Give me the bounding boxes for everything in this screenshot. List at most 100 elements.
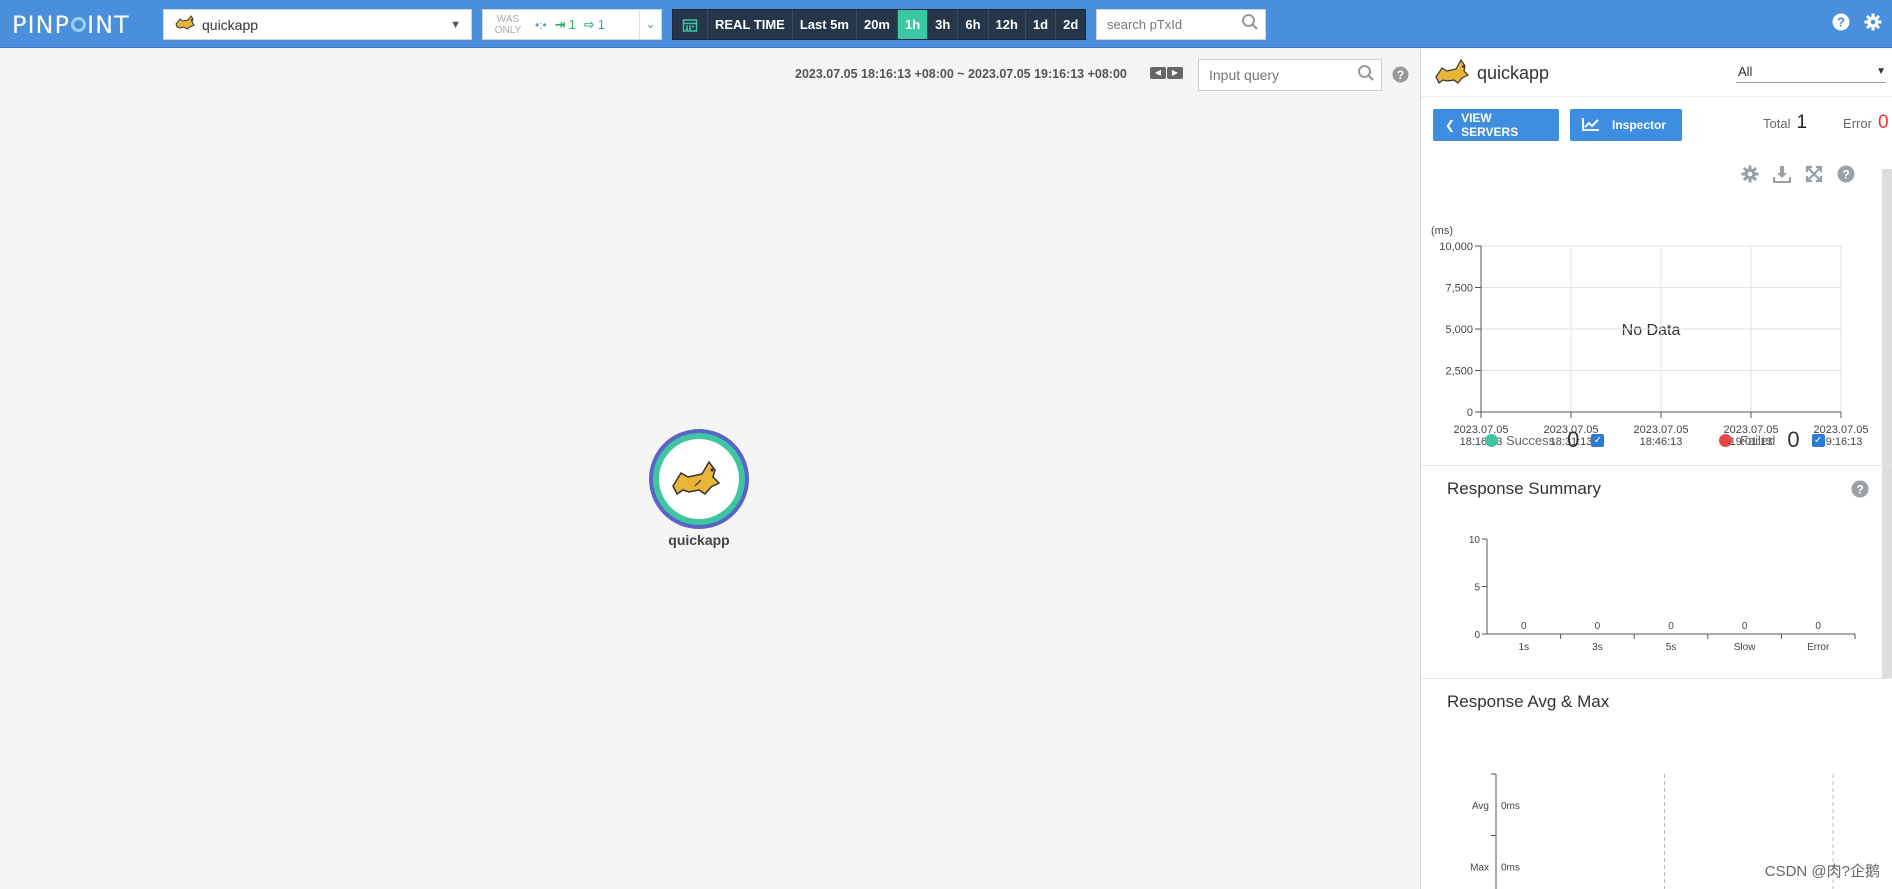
- time-button-1d[interactable]: 1d: [1024, 10, 1055, 39]
- summary-y-tick-label: 5: [1474, 583, 1480, 594]
- chevron-left-icon: ❮: [1445, 118, 1456, 132]
- failed-checkbox[interactable]: ✓: [1811, 433, 1825, 447]
- help-icon[interactable]: ?: [1832, 13, 1850, 36]
- server-map[interactable]: 2023.07.05 18:16:13 +08:00 ~ 2023.07.05 …: [0, 49, 1420, 889]
- tomcat-icon: [174, 14, 196, 35]
- summary-x-tick-label: 5s: [1666, 642, 1677, 653]
- chevron-down-icon[interactable]: ⌄: [639, 10, 661, 39]
- application-name: quickapp: [202, 16, 259, 33]
- chart-icon: [1582, 117, 1600, 134]
- time-button-1h[interactable]: 1h: [897, 10, 928, 39]
- summary-data-label: 0: [1595, 621, 1601, 632]
- success-legend: Success 0 ✓: [1485, 427, 1605, 453]
- error-value: 0: [1877, 112, 1889, 133]
- scatter-y-tick-label: 2,500: [1445, 366, 1473, 378]
- summary-data-label: 0: [1815, 621, 1821, 632]
- time-button-20m[interactable]: 20m: [855, 10, 897, 39]
- search-icon[interactable]: [1357, 64, 1375, 87]
- panel-scrollbar[interactable]: [1882, 169, 1892, 679]
- response-summary-chart: 10 5 0 0 1s 0 3s 0 5s 0 Slow 0 Error: [1469, 535, 1856, 653]
- chevron-down-icon: ▼: [450, 18, 461, 31]
- node-label: quickapp: [668, 532, 730, 548]
- total-value: 1: [1796, 112, 1808, 133]
- range-next-icon[interactable]: ▶: [1167, 67, 1183, 79]
- summary-x-tick-label: 1s: [1519, 642, 1530, 653]
- failed-count: 0: [1787, 427, 1800, 452]
- scatter-y-tick-label: 0: [1467, 407, 1473, 419]
- summary-x-tick-label: 3s: [1592, 642, 1603, 653]
- summary-data-label: 0: [1668, 621, 1674, 632]
- tomcat-icon: [1435, 57, 1470, 90]
- scatter-y-tick-label: 5,000: [1445, 324, 1473, 336]
- range-nav-buttons: ◀ ▶: [1150, 67, 1183, 79]
- was-only-filter[interactable]: WAS ONLY •:• ⇥ 1 ⇨ 1 ⌄: [482, 9, 662, 40]
- scatter-y-unit: (ms): [1431, 225, 1453, 237]
- failed-legend: Failed 0 ✓: [1719, 427, 1825, 453]
- summary-data-label: 0: [1521, 621, 1527, 632]
- total-label: Total: [1763, 116, 1791, 131]
- divider: [1421, 465, 1892, 466]
- search-icon[interactable]: [1241, 13, 1259, 36]
- caret-down-icon: ▼: [1876, 66, 1886, 77]
- transaction-search-input[interactable]: [1107, 17, 1227, 32]
- summary-x-tick-label: Slow: [1734, 642, 1756, 653]
- time-button-3h[interactable]: 3h: [927, 10, 957, 39]
- inspector-button[interactable]: Inspector: [1570, 109, 1682, 141]
- time-button-2d[interactable]: 2d: [1055, 10, 1085, 39]
- response-scatter-chart: (ms) No Data 10,000 7,500 5,000 2,500 0 2023.…: [1431, 225, 1869, 448]
- response-avgmax-title: Response Avg & Max: [1447, 692, 1610, 711]
- time-range-selector: REAL TIME Last 5m 20m 1h 3h 6h 12h 1d 2d: [672, 9, 1087, 40]
- map-query-box: [1198, 59, 1382, 91]
- error-label: Error: [1843, 116, 1872, 131]
- application-select[interactable]: quickapp ▼: [163, 9, 472, 40]
- calendar-icon[interactable]: [673, 10, 707, 39]
- divider: [1421, 678, 1892, 679]
- avgmax-data-label: 0ms: [1501, 801, 1520, 812]
- panel-title: quickapp: [1435, 57, 1549, 90]
- outbound-count[interactable]: ⇨ 1: [584, 17, 605, 33]
- help-icon[interactable]: ?: [1851, 480, 1869, 503]
- scatter-x-tick-time: 19:16:13: [1820, 436, 1863, 448]
- success-dot-icon: [1485, 433, 1498, 447]
- success-count: 0: [1567, 427, 1580, 452]
- panel-app-name: quickapp: [1477, 63, 1550, 83]
- svg-text:?: ?: [1397, 68, 1404, 82]
- svg-text:?: ?: [1856, 483, 1863, 497]
- application-node[interactable]: [647, 427, 751, 531]
- summary-x-tick-label: Error: [1807, 642, 1830, 653]
- time-button-6h[interactable]: 6h: [957, 10, 987, 39]
- map-query-input[interactable]: [1209, 67, 1349, 83]
- failed-dot-icon: [1719, 433, 1732, 447]
- svg-text:?: ?: [1837, 15, 1845, 30]
- response-summary-title: Response Summary: [1447, 479, 1602, 498]
- scatter-no-data: No Data: [1622, 322, 1681, 339]
- summary-data-label: 0: [1742, 621, 1748, 632]
- topology-icon: •:•: [535, 17, 547, 32]
- success-checkbox[interactable]: ✓: [1591, 433, 1605, 447]
- avgmax-y-tick-label: Avg: [1472, 801, 1489, 812]
- pinpoint-logo[interactable]: PINP INT: [12, 11, 130, 39]
- gear-icon[interactable]: [1864, 13, 1882, 36]
- outbound-icon: ⇨: [583, 16, 595, 32]
- summary-y-tick-label: 0: [1474, 630, 1480, 641]
- inbound-count[interactable]: ⇥ 1: [555, 17, 576, 33]
- info-panel: quickapp All ▼ ❮ VIEW SERVERS Inspector …: [1420, 49, 1892, 889]
- time-button-12h[interactable]: 12h: [987, 10, 1025, 39]
- view-servers-button[interactable]: ❮ VIEW SERVERS: [1433, 109, 1559, 141]
- top-navigation-bar: PINP INT quickapp ▼ WAS ONLY •:• ⇥ 1 ⇨ 1 …: [0, 0, 1892, 48]
- time-button-realtime[interactable]: REAL TIME: [707, 10, 792, 39]
- agent-counts: Total 1 Error 0: [1763, 112, 1889, 134]
- inbound-icon: ⇥: [554, 16, 566, 32]
- top-right-actions: ?: [1832, 13, 1882, 36]
- time-range-label: 2023.07.05 18:16:13 +08:00 ~ 2023.07.05 …: [795, 67, 1127, 81]
- avgmax-y-tick-label: Max: [1470, 862, 1489, 873]
- range-prev-icon[interactable]: ◀: [1150, 67, 1166, 79]
- transaction-search: [1096, 9, 1266, 40]
- was-only-toggle[interactable]: WAS ONLY: [483, 14, 533, 36]
- help-icon[interactable]: ?: [1392, 66, 1409, 88]
- summary-y-tick-label: 10: [1469, 535, 1481, 546]
- agent-select[interactable]: All ▼: [1736, 61, 1886, 83]
- time-button-last5m[interactable]: Last 5m: [791, 10, 856, 39]
- scatter-y-tick-label: 10,000: [1439, 241, 1473, 253]
- avgmax-data-label: 0ms: [1501, 862, 1520, 873]
